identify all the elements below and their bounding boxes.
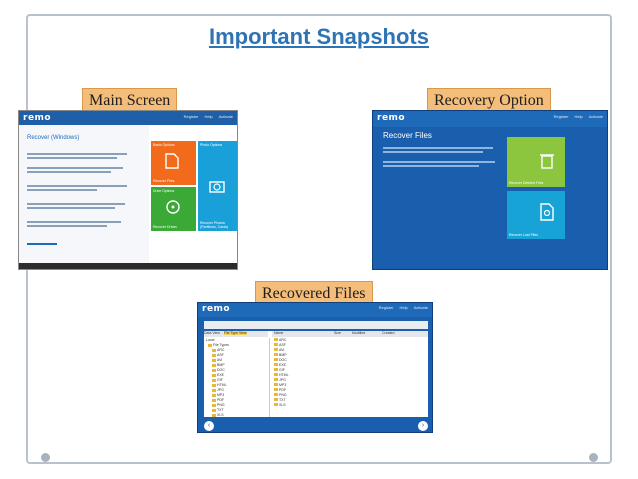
- recovery-text-line: [383, 161, 495, 163]
- trash-icon: [540, 154, 554, 169]
- main-left-pane: Recover (Windows): [19, 125, 149, 269]
- col-created[interactable]: Created: [382, 331, 394, 335]
- back-arrow-icon[interactable]: ‹: [204, 421, 214, 431]
- main-tile-recover-photos[interactable]: Photo Options Recover Photos (Partitions…: [198, 141, 237, 231]
- recovered-app-bar: remo Register Help Activate: [198, 303, 432, 317]
- page-title: Important Snapshots: [208, 24, 429, 49]
- col-size[interactable]: Size: [334, 331, 341, 335]
- recovered-top-menu: Register Help Activate: [379, 305, 428, 310]
- main-text-line: [27, 207, 115, 209]
- main-text-line: [27, 221, 121, 223]
- recovery-logo: remo: [377, 113, 406, 123]
- recovery-app-bar: remo Register Help Activate: [373, 111, 607, 127]
- recovered-logo: remo: [202, 304, 231, 314]
- tile-recover-files-label: Recover Files: [153, 179, 175, 183]
- recovery-text-line: [383, 165, 479, 167]
- corner-dot-left: [41, 453, 50, 462]
- main-logo: remo: [23, 113, 52, 123]
- main-text-line: [27, 171, 111, 173]
- recovery-text-line: [383, 151, 483, 153]
- label-main-screen: Main Screen: [82, 88, 178, 112]
- main-app-bar: remo Register Help Activate: [19, 111, 237, 125]
- main-taskbar: [19, 263, 237, 269]
- main-text-line: [27, 185, 127, 187]
- tile-recover-drives-label: Recover Drives: [153, 225, 177, 229]
- recovered-menu-activate[interactable]: Activate: [414, 305, 428, 310]
- main-tile-recover-files[interactable]: Basic Options Recover Files: [151, 141, 196, 185]
- tile-head-photo: Photo Options: [200, 143, 223, 147]
- main-screen-screenshot: remo Register Help Activate Recover (Win…: [18, 110, 238, 270]
- recovered-grid-rows: ARC ASF AVI BMP DOC EXE GIF HTML JPG MP3…: [272, 338, 428, 417]
- recovery-tile-deleted[interactable]: Recover Deleted Files: [507, 137, 565, 187]
- recovery-heading: Recover Files: [383, 131, 432, 140]
- recovery-menu-help[interactable]: Help: [575, 114, 583, 119]
- camera-icon: [209, 181, 225, 193]
- recovery-top-menu: Register Help Activate: [554, 114, 603, 119]
- col-name[interactable]: Name: [274, 331, 283, 335]
- main-menu-activate[interactable]: Activate: [219, 114, 233, 119]
- search-file-icon: [540, 203, 554, 221]
- tab-file-type-view[interactable]: File Type View: [223, 331, 247, 335]
- tile-lost-label: Recover Lost Files: [509, 233, 538, 237]
- tree-item[interactable]: XLS: [212, 413, 224, 418]
- main-text-line: [27, 189, 97, 191]
- main-menu-register[interactable]: Register: [184, 114, 199, 119]
- main-text-line: [27, 243, 57, 245]
- recovery-tile-lost[interactable]: Recover Lost Files: [507, 191, 565, 239]
- tile-head-basic: Basic Options: [153, 143, 175, 147]
- label-recovery-option: Recovery Option: [427, 88, 551, 112]
- recovered-tree: Local File Types ARC ASF AVI BMP DOC EXE…: [204, 338, 270, 417]
- recovered-tab-strip: Data View File Type View: [204, 331, 268, 337]
- main-tile-recover-drives[interactable]: Drive Options Recover Drives: [151, 187, 196, 231]
- col-modified[interactable]: Modified: [352, 331, 365, 335]
- file-icon: [165, 153, 179, 169]
- main-text-line: [27, 167, 123, 169]
- drive-icon: [166, 200, 180, 214]
- recovered-content: Data View File Type View Local File Type…: [204, 331, 428, 417]
- recovery-menu-register[interactable]: Register: [554, 114, 569, 119]
- tile-recover-photos-label: Recover Photos (Partitions, Cards): [200, 221, 229, 229]
- main-menu-help[interactable]: Help: [205, 114, 213, 119]
- recovered-toolbar: [204, 321, 428, 329]
- corner-dot-right: [589, 453, 598, 462]
- table-row[interactable]: XLS: [274, 403, 286, 408]
- main-text-line: [27, 203, 125, 205]
- main-top-menu: Register Help Activate: [184, 114, 233, 119]
- tab-data-view[interactable]: Data View: [204, 331, 220, 335]
- recovered-menu-register[interactable]: Register: [379, 305, 394, 310]
- tile-deleted-label: Recover Deleted Files: [509, 181, 544, 185]
- recovered-files-screenshot: remo Register Help Activate Data View Fi…: [197, 302, 433, 433]
- main-text-line: [27, 153, 127, 155]
- tile-head-disk: Drive Options: [153, 189, 175, 193]
- main-text-line: [27, 225, 107, 227]
- recovered-menu-help[interactable]: Help: [400, 305, 408, 310]
- recovered-grid-header: Name Size Modified Created: [272, 331, 428, 337]
- recovery-menu-activate[interactable]: Activate: [589, 114, 603, 119]
- recovery-option-screenshot: remo Register Help Activate Recover File…: [372, 110, 608, 270]
- next-arrow-icon[interactable]: ›: [418, 421, 428, 431]
- main-heading: Recover (Windows): [27, 135, 80, 141]
- recovery-text-line: [383, 147, 493, 149]
- main-text-line: [27, 157, 117, 159]
